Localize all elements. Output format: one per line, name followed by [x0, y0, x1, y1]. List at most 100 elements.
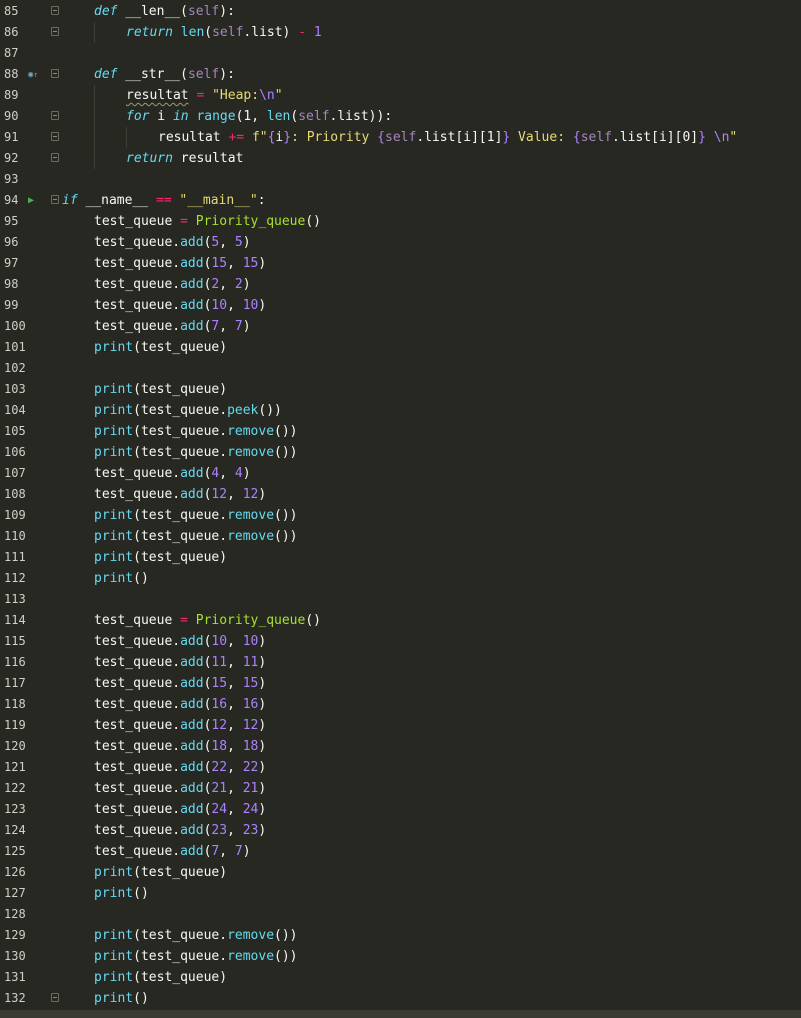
code-line[interactable]: 105 print(test_queue.remove()) [0, 421, 801, 442]
code-line[interactable]: 117 test_queue.add(15, 15) [0, 673, 801, 694]
line-number[interactable]: 109 [4, 505, 26, 526]
code-text[interactable]: print(test_queue) [94, 967, 227, 988]
code-text[interactable]: test_queue = Priority_queue() [94, 211, 321, 232]
code-line[interactable]: 119 test_queue.add(12, 12) [0, 715, 801, 736]
code-text[interactable]: print(test_queue) [94, 379, 227, 400]
code-text[interactable]: for i in range(1, len(self.list)): [126, 106, 392, 127]
code-editor[interactable]: 85 def __len__(self): 86 return len(self.li… [0, 0, 801, 1018]
line-number[interactable]: 99 [4, 295, 24, 316]
override-method-icon[interactable]: ◉↑ [28, 64, 42, 86]
line-number[interactable]: 110 [4, 526, 26, 547]
code-line[interactable]: 90 for i in range(1, len(self.list)): [0, 106, 801, 127]
code-line[interactable]: 131 print(test_queue) [0, 967, 801, 988]
line-number[interactable]: 103 [4, 379, 26, 400]
line-number[interactable]: 126 [4, 862, 26, 883]
line-number[interactable]: 128 [4, 904, 26, 925]
code-line[interactable]: 115 test_queue.add(10, 10) [0, 631, 801, 652]
code-text[interactable]: def __str__(self): [94, 64, 235, 85]
line-number[interactable]: 102 [4, 358, 26, 379]
code-line[interactable]: 118 test_queue.add(16, 16) [0, 694, 801, 715]
fold-end-icon[interactable] [51, 27, 59, 36]
code-text[interactable]: test_queue.add(7, 7) [94, 841, 251, 862]
code-text[interactable]: test_queue.add(12, 12) [94, 484, 266, 505]
code-text[interactable]: print(test_queue) [94, 547, 227, 568]
code-line[interactable]: 100 test_queue.add(7, 7) [0, 316, 801, 337]
line-number[interactable]: 92 [4, 148, 24, 169]
fold-expanded-icon[interactable] [51, 69, 59, 78]
line-number[interactable]: 117 [4, 673, 26, 694]
line-number[interactable]: 123 [4, 799, 26, 820]
code-text[interactable]: return resultat [126, 148, 243, 169]
line-number[interactable]: 94 [4, 190, 24, 211]
code-line[interactable]: 99 test_queue.add(10, 10) [0, 295, 801, 316]
code-text[interactable]: test_queue.add(7, 7) [94, 316, 251, 337]
code-line[interactable]: 98 test_queue.add(2, 2) [0, 274, 801, 295]
horizontal-scrollbar[interactable] [0, 1010, 801, 1018]
code-line[interactable]: 120 test_queue.add(18, 18) [0, 736, 801, 757]
code-line[interactable]: 130 print(test_queue.remove()) [0, 946, 801, 967]
line-number[interactable]: 106 [4, 442, 26, 463]
code-line[interactable]: 88 ◉↑ def __str__(self): [0, 64, 801, 85]
code-text[interactable]: test_queue.add(12, 12) [94, 715, 266, 736]
run-gutter-icon[interactable]: ▶ [28, 190, 42, 211]
code-line[interactable]: 103 print(test_queue) [0, 379, 801, 400]
line-number[interactable]: 90 [4, 106, 24, 127]
code-line[interactable]: 93 [0, 169, 801, 190]
code-line[interactable]: 85 def __len__(self): [0, 1, 801, 22]
code-text[interactable]: test_queue.add(10, 10) [94, 631, 266, 652]
code-line[interactable]: 92 return resultat [0, 148, 801, 169]
fold-expanded-icon[interactable] [51, 195, 59, 204]
code-line[interactable]: 114 test_queue = Priority_queue() [0, 610, 801, 631]
line-number[interactable]: 120 [4, 736, 26, 757]
line-number[interactable]: 116 [4, 652, 26, 673]
code-line[interactable]: 116 test_queue.add(11, 11) [0, 652, 801, 673]
code-text[interactable]: print() [94, 988, 149, 1009]
code-text[interactable]: test_queue.add(11, 11) [94, 652, 266, 673]
fold-end-icon[interactable] [51, 993, 59, 1002]
code-text[interactable]: print() [94, 568, 149, 589]
code-line[interactable]: 112 print() [0, 568, 801, 589]
line-number[interactable]: 125 [4, 841, 26, 862]
line-number[interactable]: 132 [4, 988, 26, 1009]
code-text[interactable]: resultat = "Heap:\n" [126, 85, 283, 106]
line-number[interactable]: 97 [4, 253, 24, 274]
line-number[interactable]: 115 [4, 631, 26, 652]
code-text[interactable]: test_queue.add(5, 5) [94, 232, 251, 253]
code-line[interactable]: 124 test_queue.add(23, 23) [0, 820, 801, 841]
line-number[interactable]: 129 [4, 925, 26, 946]
fold-expanded-icon[interactable] [51, 6, 59, 15]
code-text[interactable]: test_queue.add(18, 18) [94, 736, 266, 757]
code-line[interactable]: 111 print(test_queue) [0, 547, 801, 568]
code-text[interactable]: test_queue.add(16, 16) [94, 694, 266, 715]
code-text[interactable]: print(test_queue.remove()) [94, 421, 298, 442]
code-line[interactable]: 132 print() [0, 988, 801, 1009]
line-number[interactable]: 124 [4, 820, 26, 841]
line-number[interactable]: 108 [4, 484, 26, 505]
code-line[interactable]: 110 print(test_queue.remove()) [0, 526, 801, 547]
code-line[interactable]: 127 print() [0, 883, 801, 904]
line-number[interactable]: 95 [4, 211, 24, 232]
code-line[interactable]: 94 ▶ if __name__ == "__main__": [0, 190, 801, 211]
code-line[interactable]: 128 [0, 904, 801, 925]
code-line[interactable]: 104 print(test_queue.peek()) [0, 400, 801, 421]
line-number[interactable]: 105 [4, 421, 26, 442]
line-number[interactable]: 93 [4, 169, 24, 190]
line-number[interactable]: 131 [4, 967, 26, 988]
code-text[interactable]: return len(self.list) - 1 [126, 22, 322, 43]
line-number[interactable]: 87 [4, 43, 24, 64]
line-number[interactable]: 104 [4, 400, 26, 421]
code-text[interactable]: test_queue.add(15, 15) [94, 673, 266, 694]
code-line[interactable]: 102 [0, 358, 801, 379]
code-text[interactable]: print(test_queue.remove()) [94, 526, 298, 547]
line-number[interactable]: 122 [4, 778, 26, 799]
line-number[interactable]: 130 [4, 946, 26, 967]
code-line[interactable]: 109 print(test_queue.remove()) [0, 505, 801, 526]
code-text[interactable]: print(test_queue.remove()) [94, 505, 298, 526]
fold-end-icon[interactable] [51, 153, 59, 162]
code-text[interactable]: if __name__ == "__main__": [62, 190, 266, 211]
line-number[interactable]: 101 [4, 337, 26, 358]
line-number[interactable]: 121 [4, 757, 26, 778]
code-line[interactable]: 87 [0, 43, 801, 64]
code-text[interactable]: test_queue.add(24, 24) [94, 799, 266, 820]
code-text[interactable]: test_queue.add(21, 21) [94, 778, 266, 799]
